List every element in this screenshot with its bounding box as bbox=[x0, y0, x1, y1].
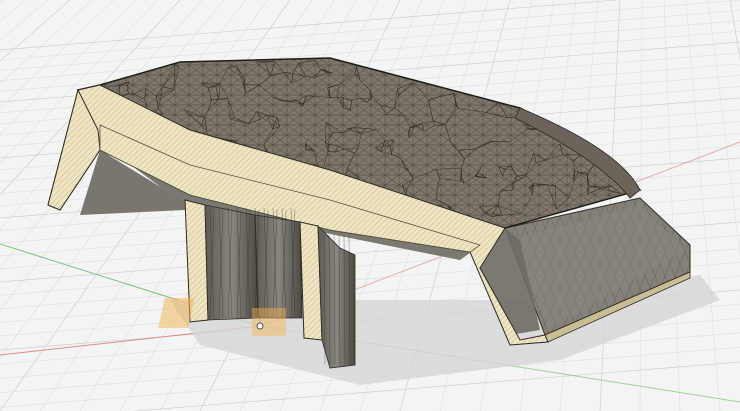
grid-line bbox=[663, 0, 681, 411]
origin-point[interactable] bbox=[256, 322, 264, 330]
model-canvas[interactable] bbox=[0, 0, 740, 411]
inner-post-middle bbox=[254, 214, 303, 319]
3d-viewport[interactable] bbox=[0, 0, 740, 411]
grid-line bbox=[729, 0, 740, 61]
gizmo-plane-yz[interactable] bbox=[158, 298, 195, 328]
gizmo-plane-xz[interactable] bbox=[252, 308, 286, 336]
grid-line bbox=[0, 0, 93, 85]
